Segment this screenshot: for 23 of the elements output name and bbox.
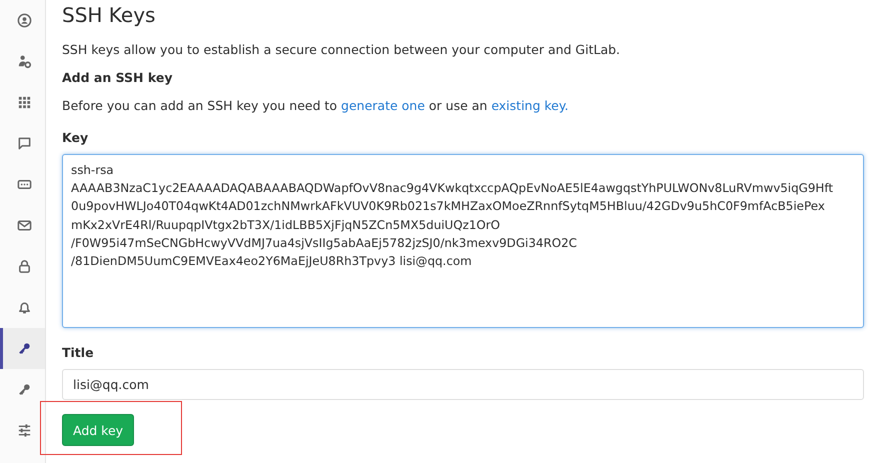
key-field[interactable]: ssh-rsa AAAAB3NzaC1yc2EAAAADAQABAAABAQDWapfOvV8nac9g4VKwkqtxccpAQpEvNoAE5lE4awgqstYhPULWONv8LuRVmwv5iqG9Hft 0u9povHWLJo40T04qwKt4AD01zchNMwrkAFkVUV0K9Rb021s7kMHZaxOMoeZRnnfSytqM5HBluu/42GDv9u5hC0F9mfAcB5iePex mKx2xVrE4Rl/RuupqpIVtgx2bT3X/1idLBB5XjFjqN5ZCn5MX5duiUQz1OrO /F0W95i47mSeCNGbHcwyVVdMJ7ua4sjVsIIg5abAaEj5782jzSJ0/nk3mexv9DGi34RO2C /81DienDM5UumC9EMVEax4eo2Y6MaEjJeU8Rh3Tpvy3 lisi@qq.com <box>62 154 864 328</box>
title-field[interactable]: lisi@qq.com <box>62 369 864 400</box>
sliders-icon <box>16 423 32 438</box>
existing-key-link[interactable]: existing key. <box>491 98 568 113</box>
lock-icon <box>16 259 32 274</box>
generate-link[interactable]: generate one <box>341 98 425 113</box>
key-icon <box>16 382 32 397</box>
hint-text: Before you can add an SSH key you need to generate one or use an existing key. <box>62 98 570 113</box>
profile-icon <box>16 13 32 28</box>
sidebar-item[interactable] <box>0 328 45 369</box>
dots-box-icon <box>16 177 32 192</box>
title-label: Title <box>62 345 95 360</box>
intro-text: SSH keys allow you to establish a secure connection between your computer and GitLab. <box>62 42 622 57</box>
page-title: SSH Keys <box>62 3 156 27</box>
user-gear-icon <box>16 54 32 69</box>
key-label: Key <box>62 130 90 145</box>
grid-icon <box>16 95 32 110</box>
chat-icon <box>16 136 32 151</box>
notification-icon <box>16 300 32 315</box>
add-key-button[interactable]: Add key <box>62 414 134 446</box>
mail-icon <box>16 218 32 233</box>
section-heading: Add an SSH key <box>62 70 174 85</box>
key-icon <box>16 341 32 356</box>
